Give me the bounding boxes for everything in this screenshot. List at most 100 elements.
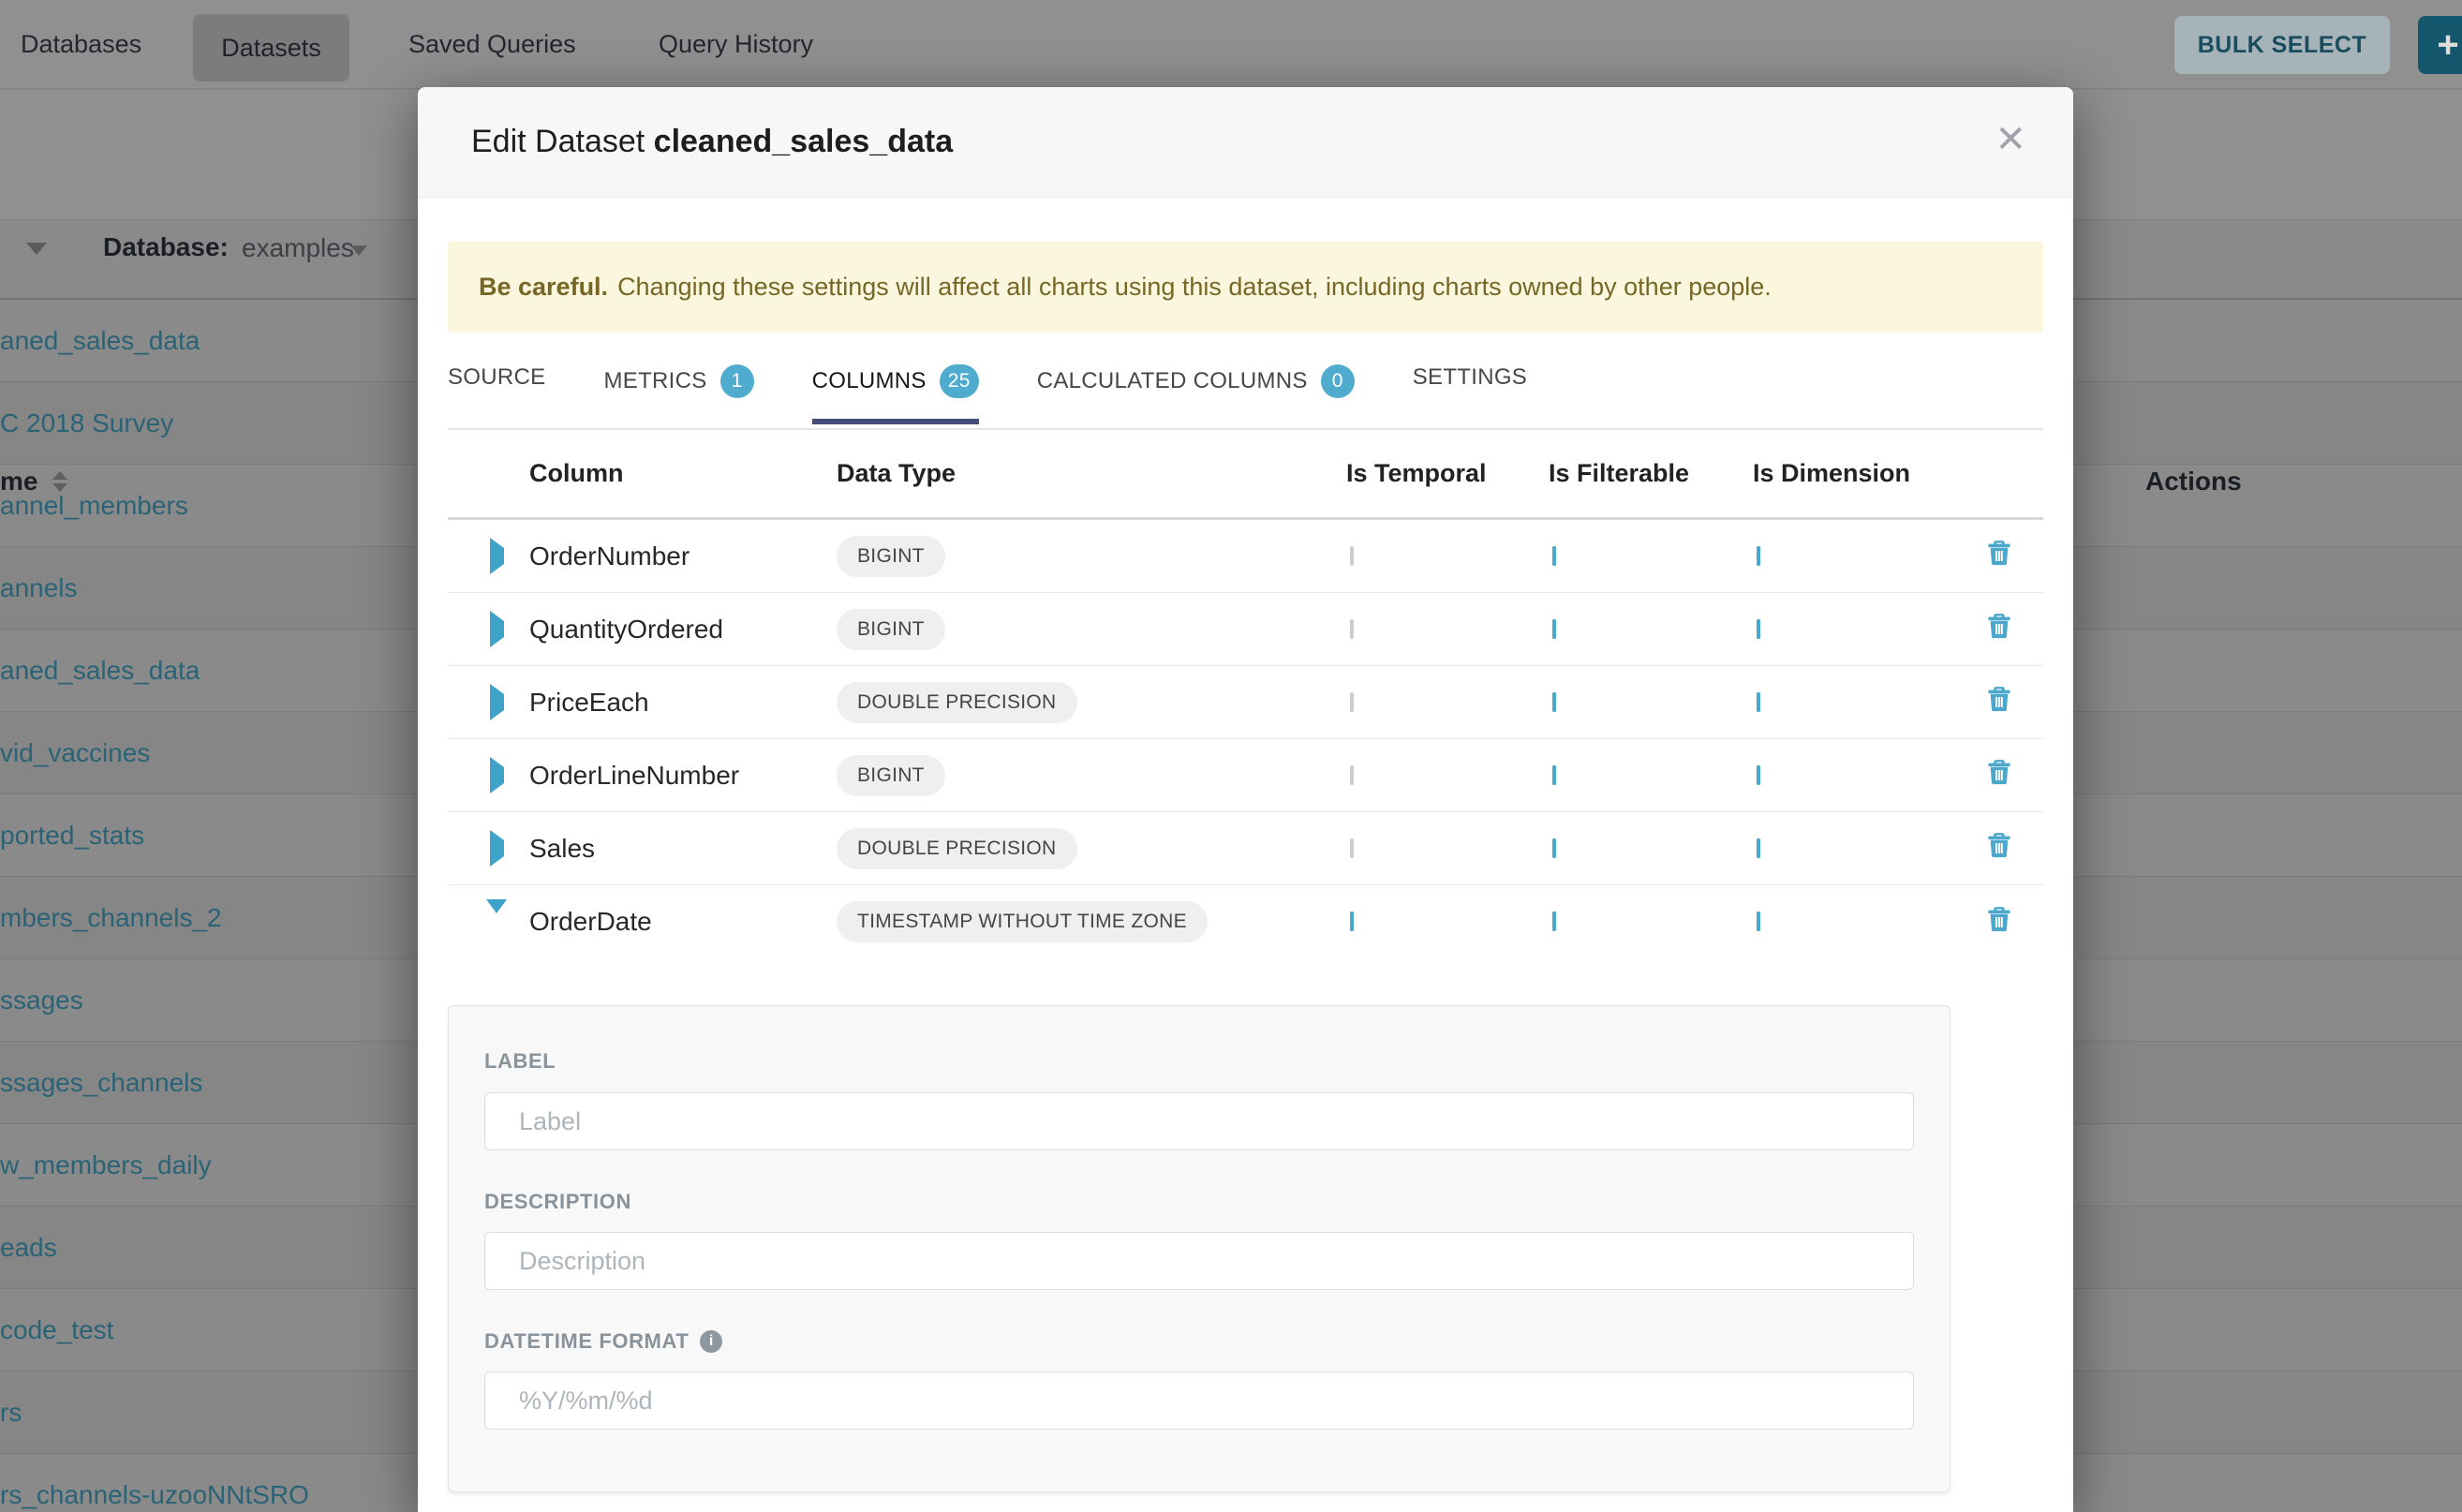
modal-title-dataset-name: cleaned_sales_data (654, 124, 953, 159)
delete-column-icon[interactable] (1986, 540, 2012, 572)
edit-dataset-modal: Edit Dataset cleaned_sales_data ✕ Be car… (418, 87, 2073, 1512)
tab-badge: 0 (1321, 364, 1355, 398)
dataset-link[interactable]: C 2018 Survey (0, 408, 173, 438)
caret-down-icon[interactable] (486, 899, 507, 929)
tab-settings[interactable]: SETTINGS (1413, 351, 1527, 415)
is-temporal-checkbox[interactable] (1350, 912, 1354, 931)
dataset-link[interactable]: annels (0, 573, 78, 603)
bulk-select-button[interactable]: BULK SELECT (2174, 16, 2390, 74)
delete-column-icon[interactable] (1986, 613, 2012, 645)
is-temporal-checkbox[interactable] (1350, 619, 1354, 639)
add-dataset-button[interactable]: + (2418, 16, 2462, 74)
nav-item-query-history[interactable]: Query History (659, 0, 813, 89)
dataset-link[interactable]: ported_stats (0, 821, 144, 851)
tab-metrics[interactable]: METRICS 1 (603, 351, 753, 422)
column-row: QuantityOrderedBIGINT (448, 593, 2043, 666)
dataset-link[interactable]: rs_channels-uzooNNtSRO (0, 1480, 309, 1510)
caret-right-icon[interactable] (490, 611, 504, 647)
dataset-link[interactable]: ssages (0, 986, 83, 1015)
tab-label: METRICS (603, 368, 706, 394)
is-dimension-checkbox[interactable] (1757, 765, 1760, 785)
dataset-link[interactable]: vid_vaccines (0, 738, 150, 768)
is-filterable-checkbox[interactable] (1552, 546, 1556, 566)
modal-title-prefix: Edit Dataset (471, 124, 645, 159)
nav-item-saved-queries[interactable]: Saved Queries (408, 0, 576, 89)
dataset-link[interactable]: code_test (0, 1315, 113, 1345)
header-is-filterable: Is Filterable (1541, 459, 1745, 488)
header-data-type: Data Type (833, 459, 1339, 488)
dataset-link[interactable]: aned_sales_data (0, 326, 200, 356)
column-name: OrderDate (524, 907, 833, 937)
is-dimension-checkbox[interactable] (1757, 838, 1760, 858)
data-type-pill: BIGINT (837, 536, 945, 577)
delete-column-icon[interactable] (1986, 759, 2012, 792)
dataset-link[interactable]: w_members_daily (0, 1150, 212, 1180)
is-dimension-checkbox[interactable] (1757, 912, 1760, 931)
column-name: OrderNumber (524, 541, 833, 571)
close-icon[interactable]: ✕ (1995, 121, 2026, 158)
data-type-pill: BIGINT (837, 755, 945, 796)
is-dimension-checkbox[interactable] (1757, 692, 1760, 712)
description-input[interactable] (484, 1232, 1914, 1290)
warning-text: Changing these settings will affect all … (617, 273, 1772, 302)
is-dimension-checkbox[interactable] (1757, 619, 1760, 639)
modal-tabs: SOURCE METRICS 1 COLUMNS 25 CALCULATED C… (448, 351, 2043, 430)
is-filterable-checkbox[interactable] (1552, 692, 1556, 712)
tab-label: COLUMNS (812, 368, 927, 394)
dataset-link[interactable]: mbers_channels_2 (0, 903, 222, 933)
caret-right-icon[interactable] (490, 684, 504, 720)
is-filterable-checkbox[interactable] (1552, 619, 1556, 639)
is-filterable-checkbox[interactable] (1552, 912, 1556, 931)
delete-column-icon[interactable] (1986, 832, 2012, 865)
is-dimension-checkbox[interactable] (1757, 546, 1760, 566)
delete-column-icon[interactable] (1986, 686, 2012, 719)
label-input[interactable] (484, 1092, 1914, 1150)
data-type-pill: DOUBLE PRECISION (837, 682, 1077, 723)
column-detail-panel: LABEL DESCRIPTION DATETIME FORMAT i (448, 1005, 1950, 1492)
column-name: PriceEach (524, 688, 833, 718)
info-icon[interactable]: i (700, 1330, 722, 1353)
delete-column-icon[interactable] (1986, 906, 2012, 939)
columns-table-body: OrderNumberBIGINTQuantityOrderedBIGINTPr… (448, 520, 2043, 958)
dataset-link[interactable]: eads (0, 1233, 57, 1263)
tab-badge: 25 (940, 364, 979, 398)
header-is-dimension: Is Dimension (1745, 459, 1961, 488)
dataset-link[interactable]: rs (0, 1398, 22, 1428)
column-name: QuantityOrdered (524, 615, 833, 645)
datetime-format-field-label: DATETIME FORMAT i (484, 1329, 1914, 1354)
column-row: OrderLineNumberBIGINT (448, 739, 2043, 812)
data-type-pill: BIGINT (837, 609, 945, 650)
caret-right-icon[interactable] (490, 757, 504, 793)
is-temporal-checkbox[interactable] (1350, 546, 1354, 566)
top-navbar: Databases Datasets Saved Queries Query H… (0, 0, 2462, 89)
description-field-label: DESCRIPTION (484, 1190, 1914, 1214)
tab-calculated-columns[interactable]: CALCULATED COLUMNS 0 (1037, 351, 1355, 422)
data-type-pill: TIMESTAMP WITHOUT TIME ZONE (837, 901, 1208, 942)
column-name: OrderLineNumber (524, 761, 833, 791)
tab-badge: 1 (720, 364, 754, 398)
column-row: SalesDOUBLE PRECISION (448, 812, 2043, 885)
column-row: OrderDateTIMESTAMP WITHOUT TIME ZONE (448, 885, 2043, 958)
is-temporal-checkbox[interactable] (1350, 692, 1354, 712)
dataset-link[interactable]: ssages_channels (0, 1068, 202, 1098)
tab-source[interactable]: SOURCE (448, 351, 545, 415)
dataset-link[interactable]: annel_members (0, 491, 188, 521)
tab-label: SOURCE (448, 364, 545, 391)
is-filterable-checkbox[interactable] (1552, 765, 1556, 785)
is-temporal-checkbox[interactable] (1350, 765, 1354, 785)
nav-item-databases[interactable]: Databases (21, 0, 141, 89)
tab-label: CALCULATED COLUMNS (1037, 368, 1308, 394)
is-temporal-checkbox[interactable] (1350, 838, 1354, 858)
dataset-link[interactable]: aned_sales_data (0, 656, 200, 686)
header-is-temporal: Is Temporal (1339, 459, 1541, 488)
tab-columns[interactable]: COLUMNS 25 (812, 351, 979, 422)
warning-banner: Be careful. Changing these settings will… (448, 242, 2043, 333)
caret-right-icon[interactable] (490, 538, 504, 574)
is-filterable-checkbox[interactable] (1552, 838, 1556, 858)
modal-body: Be careful. Changing these settings will… (418, 242, 2073, 1492)
nav-item-datasets-active[interactable]: Datasets (193, 14, 349, 82)
column-name: Sales (524, 834, 833, 864)
datetime-format-input[interactable] (484, 1371, 1914, 1430)
modal-header: Edit Dataset cleaned_sales_data ✕ (418, 87, 2073, 198)
caret-right-icon[interactable] (490, 830, 504, 867)
